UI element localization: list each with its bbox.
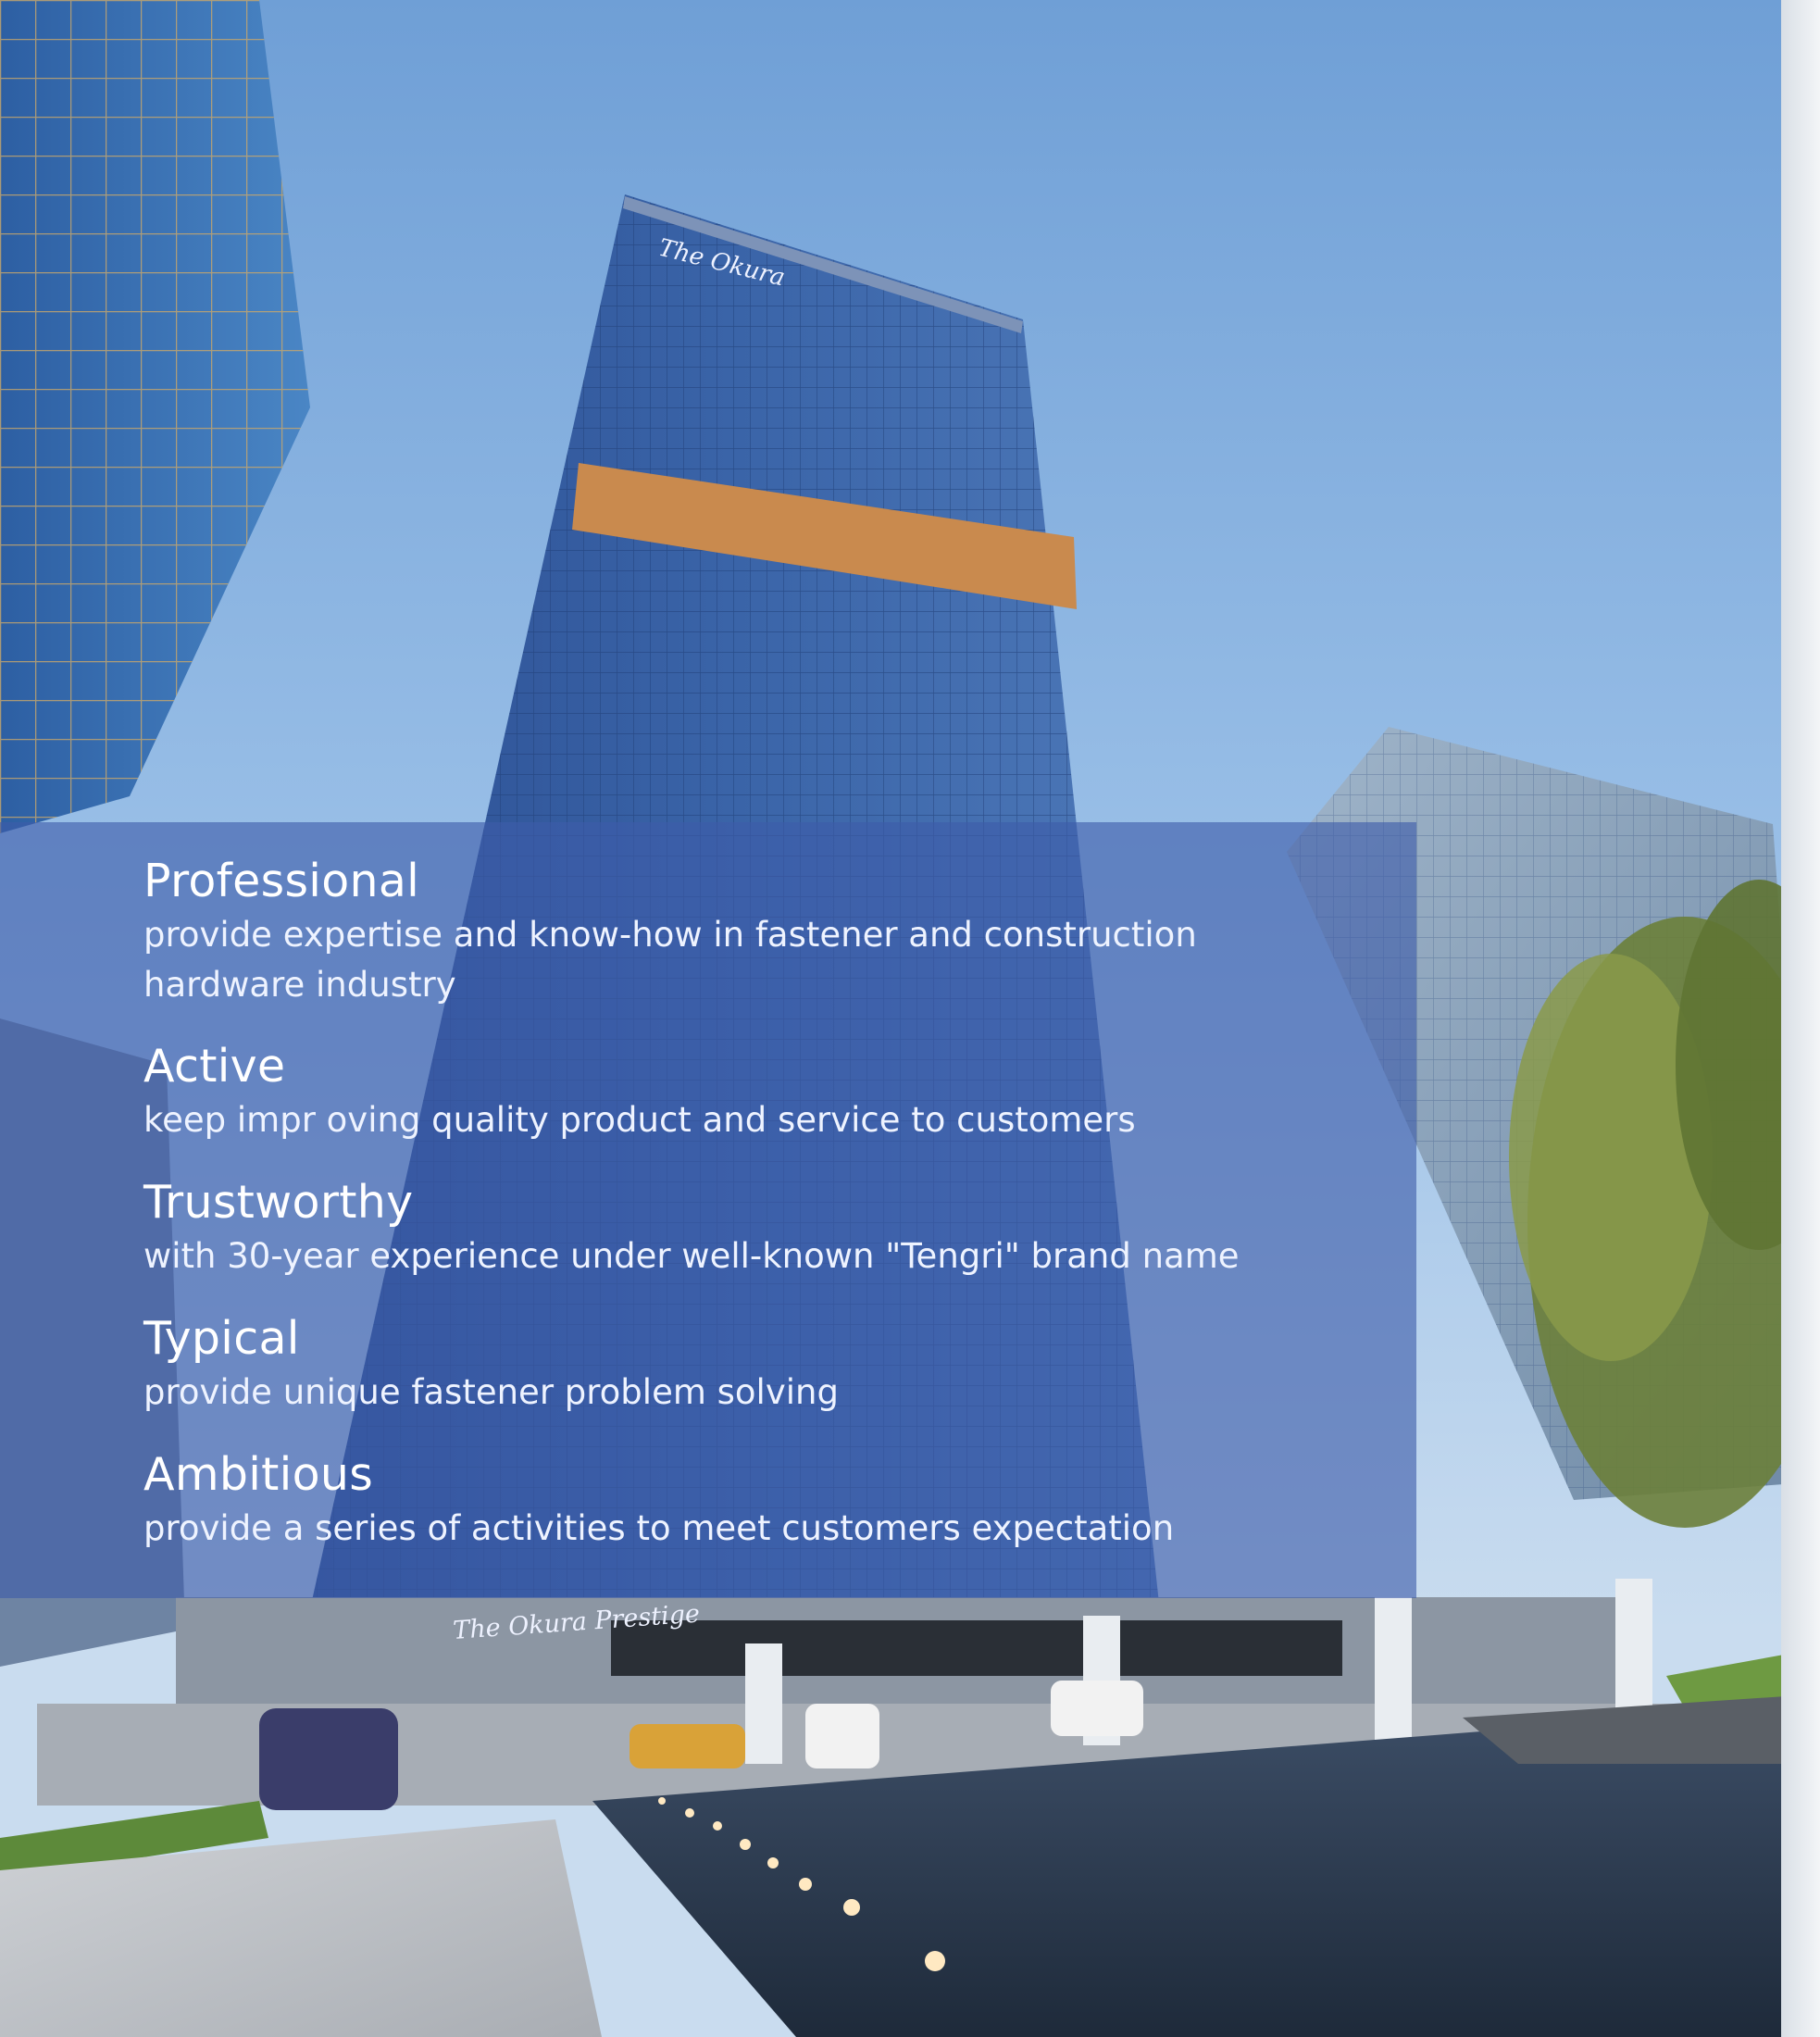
value-item-trustworthy: Trustworthy with 30-year experience unde… <box>143 1177 1240 1281</box>
value-item-professional: Professional provide expertise and know-… <box>143 856 1197 1010</box>
page-edge-strip <box>1781 0 1820 2037</box>
value-title: Trustworthy <box>143 1176 414 1229</box>
value-description-line: provide unique fastener problem solving <box>143 1372 839 1412</box>
value-description-line: provide a series of activities to meet c… <box>143 1508 1175 1548</box>
value-description-line: provide expertise and know-how in fasten… <box>143 915 1197 955</box>
value-description: provide unique fastener problem solving <box>143 1368 839 1418</box>
value-item-ambitious: Ambitious provide a series of activities… <box>143 1449 1174 1554</box>
value-description-line: with 30-year experience under well-known… <box>143 1236 1240 1276</box>
value-description-line: hardware industry <box>143 965 456 1005</box>
value-description: provide a series of activities to meet c… <box>143 1504 1174 1554</box>
value-title: Typical <box>143 1312 300 1365</box>
value-item-typical: Typical provide unique fastener problem … <box>143 1313 839 1418</box>
value-item-active: Active keep impr oving quality product a… <box>143 1041 1136 1145</box>
value-title: Active <box>143 1040 286 1093</box>
value-description-line: keep impr oving quality product and serv… <box>143 1100 1136 1140</box>
value-title: Ambitious <box>143 1448 374 1501</box>
value-title: Professional <box>143 855 420 907</box>
company-values-panel: Professional provide expertise and know-… <box>0 822 1416 1598</box>
value-description: provide expertise and know-how in fasten… <box>143 910 1197 1010</box>
value-description: with 30-year experience under well-known… <box>143 1231 1240 1281</box>
value-description: keep impr oving quality product and serv… <box>143 1095 1136 1145</box>
